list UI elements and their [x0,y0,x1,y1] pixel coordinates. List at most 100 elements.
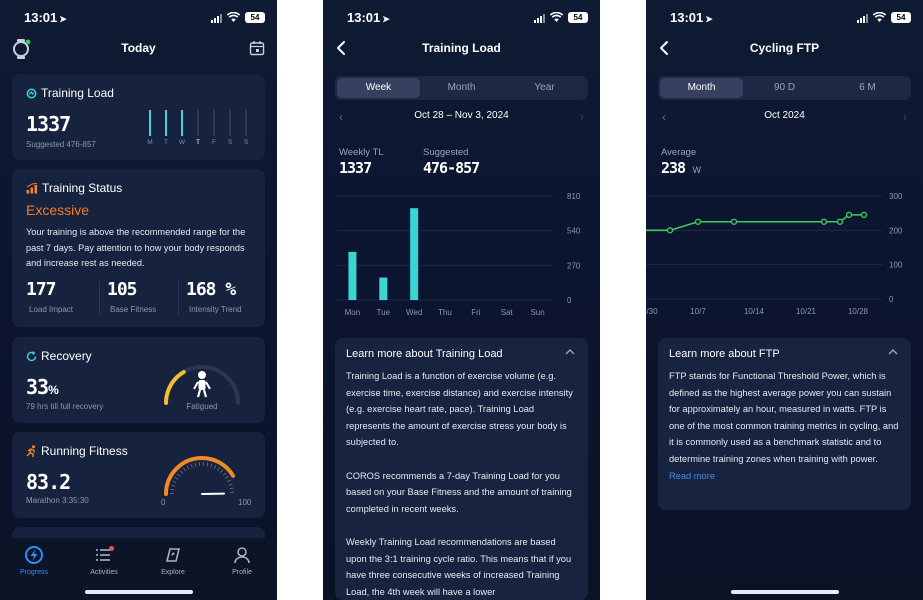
wifi-icon [550,12,563,22]
recovery-icon [26,350,37,361]
data-point [820,218,828,225]
segment-year[interactable]: Year [503,78,586,98]
next-period-icon[interactable]: › [903,110,907,124]
segment-90d[interactable]: 90 D [743,78,826,98]
learn-more-title[interactable]: Learn more about Training Load [346,348,503,360]
y-tick-label: 0 [889,295,894,304]
signal-icon [857,14,868,23]
card-title: Training Load [26,86,114,100]
learn-paragraph: FTP stands for Functional Threshold Powe… [669,371,899,464]
tab-label: Explore [161,569,185,576]
time-text: 13:01 [347,10,381,25]
metric-value: 168 % [186,279,236,300]
training-status-title: Training Status [42,181,123,195]
learn-more-text: FTP stands for Functional Threshold Powe… [669,368,901,484]
period-segmented-control: Week Month Year [335,76,588,100]
bar [379,277,388,300]
date-range: Oct 2024 [764,110,805,121]
x-tick-label: Fri [471,308,481,317]
date-range: Oct 28 – Nov 3, 2024 [414,110,509,121]
metric-label: Load Impact [29,305,74,314]
status-bar: 13:01 ➤ 54 [646,9,923,27]
mini-day-label: W [178,139,186,146]
training-status-card[interactable]: Training Status Excessive Your training … [12,169,265,327]
x-tick-label: Thu [438,308,452,317]
weekly-mini-chart: MTWTFSS [142,110,254,150]
segment-6m[interactable]: 6 M [826,78,909,98]
mini-bar [149,110,151,136]
data-point [845,211,853,219]
data-point [730,218,738,225]
weekly-tl-value: 1337 [339,159,372,177]
y-tick-label: 0 [567,296,572,305]
prev-period-icon[interactable]: ‹ [339,110,343,124]
date-navigator: ‹ Oct 2024 › [658,110,911,126]
card-title: Running Fitness [26,444,128,458]
training-load-card[interactable]: Training Load 1337 Suggested 476-857 M T W… [12,74,265,160]
training-status-state: Excessive [26,202,90,218]
running-fitness-gauge [164,456,240,496]
running-fitness-card[interactable]: Running Fitness 83.2 Marathon 3:35:30 0 … [12,432,265,518]
x-tick-label: Sun [530,308,544,317]
running-fitness-title: Running Fitness [41,444,128,458]
mini-day-label: T [196,139,200,146]
status-bar: 13:01 ➤ 54 [0,9,277,27]
learn-more-text: Training Load is a function of exercise … [346,368,578,600]
average-label: Average [661,147,697,158]
today-screen: 13:01 ➤ 54 Today Training Load 1337 Sugge… [0,0,277,600]
mini-bar [213,110,215,136]
training-load-suggested: Suggested 476-857 [26,140,96,149]
running-icon [26,445,36,457]
time-text: 13:01 [670,10,704,25]
tab-explore[interactable]: Explore [143,546,203,576]
learn-more-title[interactable]: Learn more about FTP [669,348,780,360]
tab-progress[interactable]: Progress [4,546,64,576]
training-status-description: Your training is above the recommended r… [26,227,246,269]
running-fitness-value: 83.2 [26,470,71,494]
segment-week[interactable]: Week [337,78,420,98]
recovery-gauge [164,365,240,405]
y-tick-label: 270 [567,261,581,270]
training-load-bar-chart: 810 540 270 0 Mon Tue Wed Thu Fri Sat Sun [337,192,581,317]
segment-month[interactable]: Month [420,78,503,98]
tab-profile[interactable]: Profile [212,546,272,576]
mini-bar [181,110,183,136]
date-navigator: ‹ Oct 28 – Nov 3, 2024 › [335,110,588,126]
x-tick-label: 10/21 [796,307,817,316]
weekly-tl-label: Weekly TL [339,147,384,158]
chevron-up-icon[interactable] [887,347,899,357]
recovery-card[interactable]: Recovery 33% 79 hrs till full recovery F… [12,337,265,423]
notification-badge [109,546,114,551]
home-indicator [731,590,839,594]
mini-day-label: F [212,139,216,146]
progress-icon [25,546,43,564]
learn-paragraph: Weekly Training Load recommendations are… [346,536,572,597]
time-text: 13:01 [24,10,58,25]
prev-period-icon[interactable]: ‹ [662,110,666,124]
gauge-min: 0 [161,498,166,507]
training-status-icon [26,182,38,193]
read-more-link[interactable]: Read more [669,468,901,485]
location-icon: ➤ [705,14,713,24]
average-number: 238 [661,159,686,177]
x-tick-label: Mon [345,308,361,317]
x-tick-label: 10/28 [848,307,869,316]
average-unit: W [692,165,702,175]
training-load-icon [26,88,37,98]
cycling-ftp-screen: 13:01 ➤ 54 Cycling FTP Month 90 D 6 M ‹ O… [646,0,923,600]
learn-more-panel: Learn more about Training Load Training … [335,338,588,600]
page-title: Today [121,41,156,55]
chevron-up-icon[interactable] [564,347,576,357]
training-load-value: 1337 [26,112,71,136]
learn-more-panel: Learn more about FTP FTP stands for Func… [658,338,911,510]
segment-month[interactable]: Month [660,78,743,98]
recovery-state: Fatigued [186,402,218,411]
training-load-screen: 13:01 ➤ 54 Training Load Week Month Year … [323,0,600,600]
next-period-icon[interactable]: › [580,110,584,124]
calendar-icon[interactable] [249,40,265,56]
mini-day-label: S [243,139,249,146]
mini-bar [245,110,247,136]
x-tick-label: 10/7 [690,307,706,316]
tab-activities[interactable]: Activities [74,546,134,576]
wifi-icon [873,12,886,22]
